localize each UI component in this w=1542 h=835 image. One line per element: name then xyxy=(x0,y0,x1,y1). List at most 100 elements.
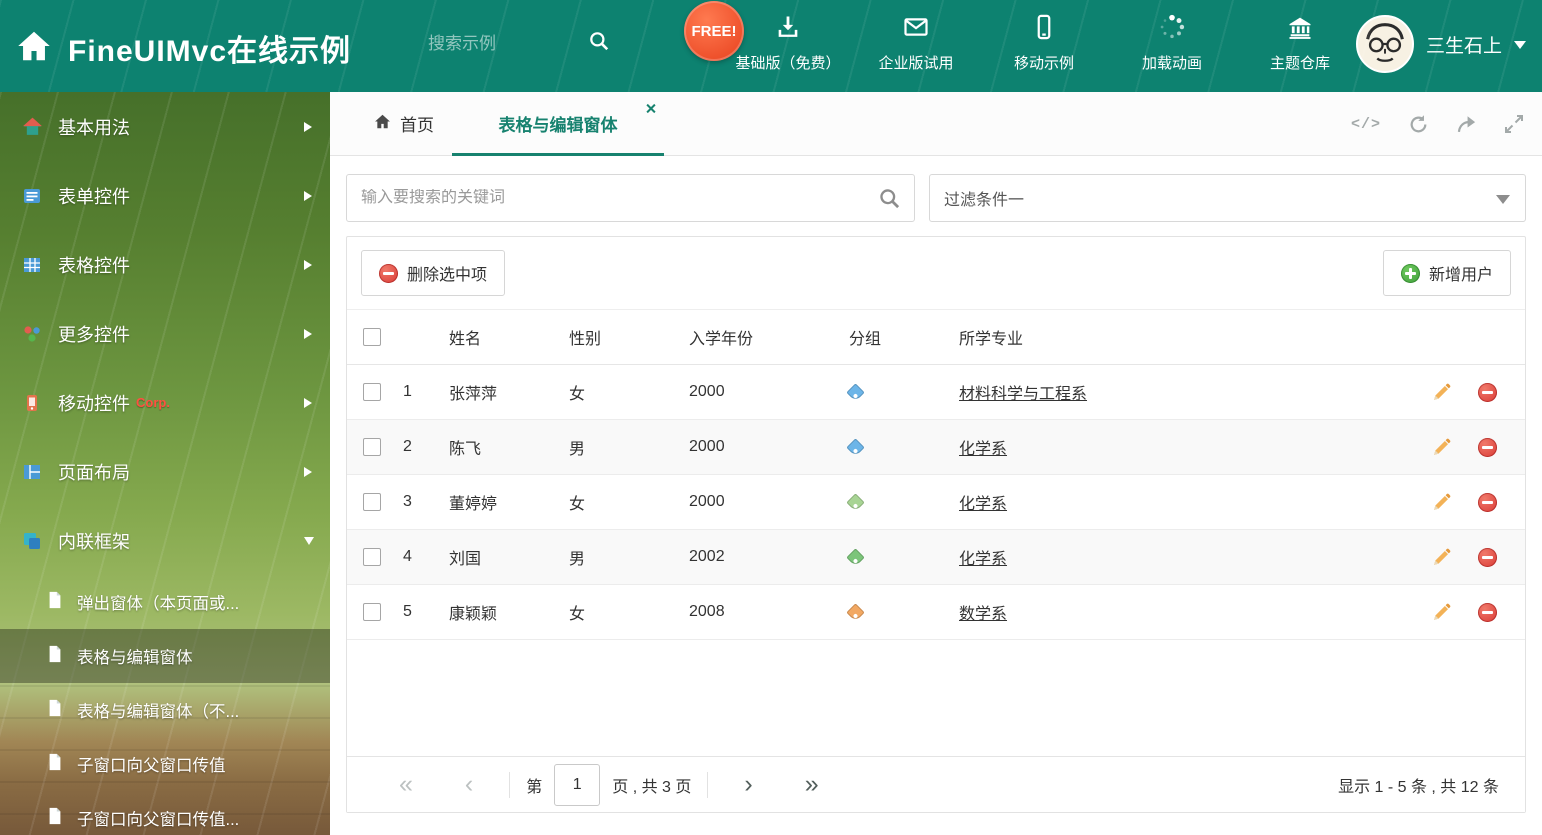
sidebar-subitem-grid-edit-window-2[interactable]: 表格与编辑窗体（不... xyxy=(0,683,330,737)
table-row[interactable]: 3 董婷婷 女 2000 化学系 xyxy=(347,475,1525,530)
tab-corner-tools: </> xyxy=(1351,92,1524,156)
search-icon[interactable] xyxy=(878,187,901,215)
delete-icon[interactable] xyxy=(1478,382,1497,402)
divider xyxy=(707,771,709,798)
row-year: 2002 xyxy=(689,548,725,565)
table-row[interactable]: 5 康颖颖 女 2008 数学系 xyxy=(347,585,1525,640)
main-content: 首页 表格与编辑窗体 </> 输入要搜索的关键词 过滤条件一 删除选中项 新增用… xyxy=(330,92,1542,835)
row-checkbox[interactable] xyxy=(363,438,381,456)
row-checkbox[interactable] xyxy=(363,603,381,621)
delete-icon[interactable] xyxy=(1478,547,1497,567)
pagination-summary: 显示 1 - 5 条 , 共 12 条 xyxy=(1338,778,1499,796)
row-index: 1 xyxy=(403,383,412,400)
edit-icon[interactable] xyxy=(1432,548,1451,567)
header-checkbox-cell xyxy=(347,328,403,346)
delete-icon[interactable] xyxy=(1478,492,1497,512)
divider xyxy=(509,771,511,798)
major-link[interactable]: 材料科学与工程系 xyxy=(959,380,1087,404)
sidebar-item-mobile-controls[interactable]: 移动控件 Corp. xyxy=(0,368,330,437)
edit-icon[interactable] xyxy=(1432,603,1451,622)
sidebar-item-more-controls[interactable]: 更多控件 xyxy=(0,299,330,368)
edit-icon[interactable] xyxy=(1432,493,1451,512)
page-content: 过滤条件一 删除选中项 新增用户 姓名 性别 入学年份 xyxy=(330,156,1542,835)
sidebar-subitem-child-to-parent[interactable]: 子窗口向父窗口传值 xyxy=(0,737,330,791)
search-icon[interactable] xyxy=(588,30,610,57)
major-link[interactable]: 数学系 xyxy=(959,600,1007,624)
sidebar-item-basic-usage[interactable]: 基本用法 xyxy=(0,92,330,161)
tab-home[interactable]: 首页 xyxy=(356,92,452,155)
sidebar-item-label: 更多控件 xyxy=(58,324,130,345)
row-checkbox[interactable] xyxy=(363,383,381,401)
tab-label: 首页 xyxy=(400,116,434,135)
column-group: 分组 xyxy=(849,331,882,348)
chevron-right-icon xyxy=(304,259,312,270)
nav-item-label: 基础版（免费） xyxy=(735,55,841,72)
file-icon xyxy=(46,591,64,614)
edit-icon[interactable] xyxy=(1432,438,1451,457)
bank-icon xyxy=(1286,13,1314,46)
row-checkbox[interactable] xyxy=(363,548,381,566)
column-name: 姓名 xyxy=(449,331,482,348)
row-name: 张萍萍 xyxy=(449,386,498,403)
nav-item-basic-edition[interactable]: 基础版（免费） xyxy=(724,13,852,73)
sidebar-item-page-layout[interactable]: 页面布局 xyxy=(0,437,330,506)
sidebar-subitem-popup-window[interactable]: 弹出窗体（本页面或... xyxy=(0,575,330,629)
filter-dropdown[interactable]: 过滤条件一 xyxy=(929,174,1526,222)
prev-page-button[interactable]: ‹ xyxy=(439,772,499,797)
add-user-button[interactable]: 新增用户 xyxy=(1382,250,1511,296)
delete-icon[interactable] xyxy=(1478,437,1497,457)
nav-item-theme-store[interactable]: 主题仓库 xyxy=(1236,13,1364,73)
row-index: 4 xyxy=(403,548,412,565)
sidebar-item-grid-controls[interactable]: 表格控件 xyxy=(0,230,330,299)
major-link[interactable]: 化学系 xyxy=(959,435,1007,459)
tab-grid-edit-window[interactable]: 表格与编辑窗体 xyxy=(452,92,664,156)
row-actions xyxy=(1403,602,1525,622)
nav-item-loading-animation[interactable]: 加载动画 xyxy=(1108,13,1236,73)
next-page-button[interactable]: › xyxy=(718,772,778,797)
edit-icon[interactable] xyxy=(1432,383,1451,402)
mobile-icon xyxy=(22,392,44,414)
grid-icon xyxy=(22,254,44,276)
avatar[interactable] xyxy=(1355,15,1414,73)
last-page-button[interactable]: » xyxy=(779,772,845,797)
tag-icon xyxy=(846,602,865,622)
free-badge: FREE! xyxy=(684,1,744,61)
nav-item-enterprise-trial[interactable]: 企业版试用 xyxy=(852,13,980,73)
row-gender: 女 xyxy=(569,606,586,623)
table-row[interactable]: 1 张萍萍 女 2000 材料科学与工程系 xyxy=(347,365,1525,420)
refresh-icon[interactable] xyxy=(1408,114,1429,135)
code-icon[interactable]: </> xyxy=(1351,116,1381,133)
row-checkbox[interactable] xyxy=(363,493,381,511)
expand-icon[interactable] xyxy=(1504,114,1524,134)
user-menu[interactable]: 三生石上 xyxy=(1355,15,1526,73)
sidebar-subitem-child-to-parent-2[interactable]: 子窗口向父窗口传值... xyxy=(0,791,330,835)
major-link[interactable]: 化学系 xyxy=(959,545,1007,569)
home-icon[interactable] xyxy=(16,28,52,69)
frame-icon xyxy=(22,530,44,552)
row-actions xyxy=(1403,492,1525,512)
nav-item-mobile-demo[interactable]: 移动示例 xyxy=(980,13,1108,73)
share-icon[interactable] xyxy=(1456,114,1477,135)
row-actions xyxy=(1403,382,1525,402)
select-all-checkbox[interactable] xyxy=(363,328,381,346)
file-icon xyxy=(46,753,64,776)
table-row[interactable]: 2 陈飞 男 2000 化学系 xyxy=(347,420,1525,475)
sidebar-item-inline-frame[interactable]: 内联框架 xyxy=(0,506,330,575)
header-search-input[interactable] xyxy=(428,33,588,54)
sidebar-subitem-grid-edit-window[interactable]: 表格与编辑窗体 xyxy=(0,629,330,683)
app-title: FineUIMvc在线示例 xyxy=(68,35,352,68)
sidebar-subitem-label: 表格与编辑窗体 xyxy=(77,649,193,667)
first-page-button[interactable]: « xyxy=(373,772,439,797)
keyword-search-input[interactable] xyxy=(347,189,914,207)
row-gender: 男 xyxy=(569,551,586,568)
tag-icon xyxy=(846,547,865,567)
major-link[interactable]: 化学系 xyxy=(959,490,1007,514)
sidebar-item-form-controls[interactable]: 表单控件 xyxy=(0,161,330,230)
delete-icon[interactable] xyxy=(1478,602,1497,622)
close-icon[interactable] xyxy=(645,103,656,114)
table-row[interactable]: 4 刘国 男 2002 化学系 xyxy=(347,530,1525,585)
delete-selected-button[interactable]: 删除选中项 xyxy=(361,250,506,296)
tag-icon xyxy=(846,492,865,512)
page-number-input[interactable] xyxy=(554,763,601,806)
row-gender: 男 xyxy=(569,441,586,458)
